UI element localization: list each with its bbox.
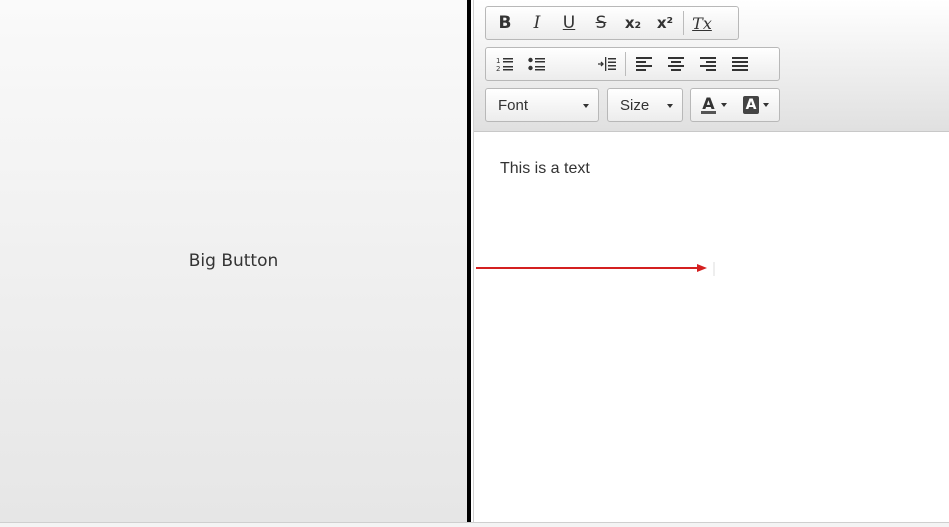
bold-button[interactable]: B xyxy=(489,9,521,37)
align-left-button[interactable] xyxy=(628,50,660,78)
text-color-icon: A xyxy=(701,94,716,114)
size-dropdown[interactable]: Size xyxy=(607,88,683,122)
indent-button[interactable] xyxy=(591,50,623,78)
chevron-down-icon xyxy=(583,104,589,108)
remove-format-button[interactable]: Tx xyxy=(686,9,718,37)
align-right-button[interactable] xyxy=(692,50,724,78)
indent-icon xyxy=(598,57,616,71)
remove-format-icon: Tx xyxy=(692,13,712,33)
background-color-icon: A xyxy=(742,96,760,114)
svg-text:1: 1 xyxy=(496,57,500,65)
chevron-down-icon xyxy=(720,103,727,107)
big-button-label: Big Button xyxy=(188,251,279,271)
basic-styles-group: B I U S x₂ x² Tx xyxy=(485,6,739,40)
bulleted-list-button[interactable] xyxy=(521,50,553,78)
toolbar-separator xyxy=(625,52,626,76)
subscript-icon: x₂ xyxy=(624,14,642,32)
paragraph-group: 1 2 xyxy=(485,47,780,81)
align-left-icon xyxy=(636,57,652,71)
bulleted-list-icon xyxy=(528,57,545,71)
font-dropdown-label: Font xyxy=(498,96,529,114)
size-dropdown-label: Size xyxy=(620,96,650,114)
editor-toolbar: B I U S x₂ x² Tx 1 2 Font Size A A xyxy=(474,0,949,132)
editor-content[interactable]: This is a text xyxy=(500,160,590,178)
numbered-list-button[interactable]: 1 2 xyxy=(489,50,521,78)
content-text: This is a text xyxy=(500,160,590,177)
bold-icon: B xyxy=(498,13,512,33)
align-justify-icon xyxy=(732,57,748,71)
align-center-icon xyxy=(668,57,684,71)
underline-icon: U xyxy=(562,13,576,33)
numbered-list-icon: 1 2 xyxy=(496,57,513,72)
superscript-icon: x² xyxy=(656,14,674,32)
italic-button[interactable]: I xyxy=(521,9,553,37)
colors-group: A A xyxy=(690,88,780,122)
align-center-button[interactable] xyxy=(660,50,692,78)
chevron-down-icon xyxy=(667,104,673,108)
toolbar-separator xyxy=(683,11,684,35)
splitter-bar[interactable] xyxy=(467,0,471,522)
big-button[interactable]: Big Button xyxy=(0,0,467,522)
superscript-button[interactable]: x² xyxy=(649,9,681,37)
bottom-strip xyxy=(0,523,949,527)
strikethrough-icon: S xyxy=(595,13,607,33)
strike-button[interactable]: S xyxy=(585,9,617,37)
font-dropdown[interactable]: Font xyxy=(485,88,599,122)
align-right-icon xyxy=(700,57,716,71)
italic-icon: I xyxy=(533,13,541,33)
underline-button[interactable]: U xyxy=(553,9,585,37)
chevron-down-icon xyxy=(763,103,770,107)
subscript-button[interactable]: x₂ xyxy=(617,9,649,37)
background-color-button[interactable]: A xyxy=(737,91,775,119)
rich-text-editor: B I U S x₂ x² Tx 1 2 Font Size A A This … xyxy=(473,0,949,522)
align-justify-button[interactable] xyxy=(724,50,756,78)
text-color-button[interactable]: A xyxy=(695,91,733,119)
svg-text:2: 2 xyxy=(496,65,500,72)
